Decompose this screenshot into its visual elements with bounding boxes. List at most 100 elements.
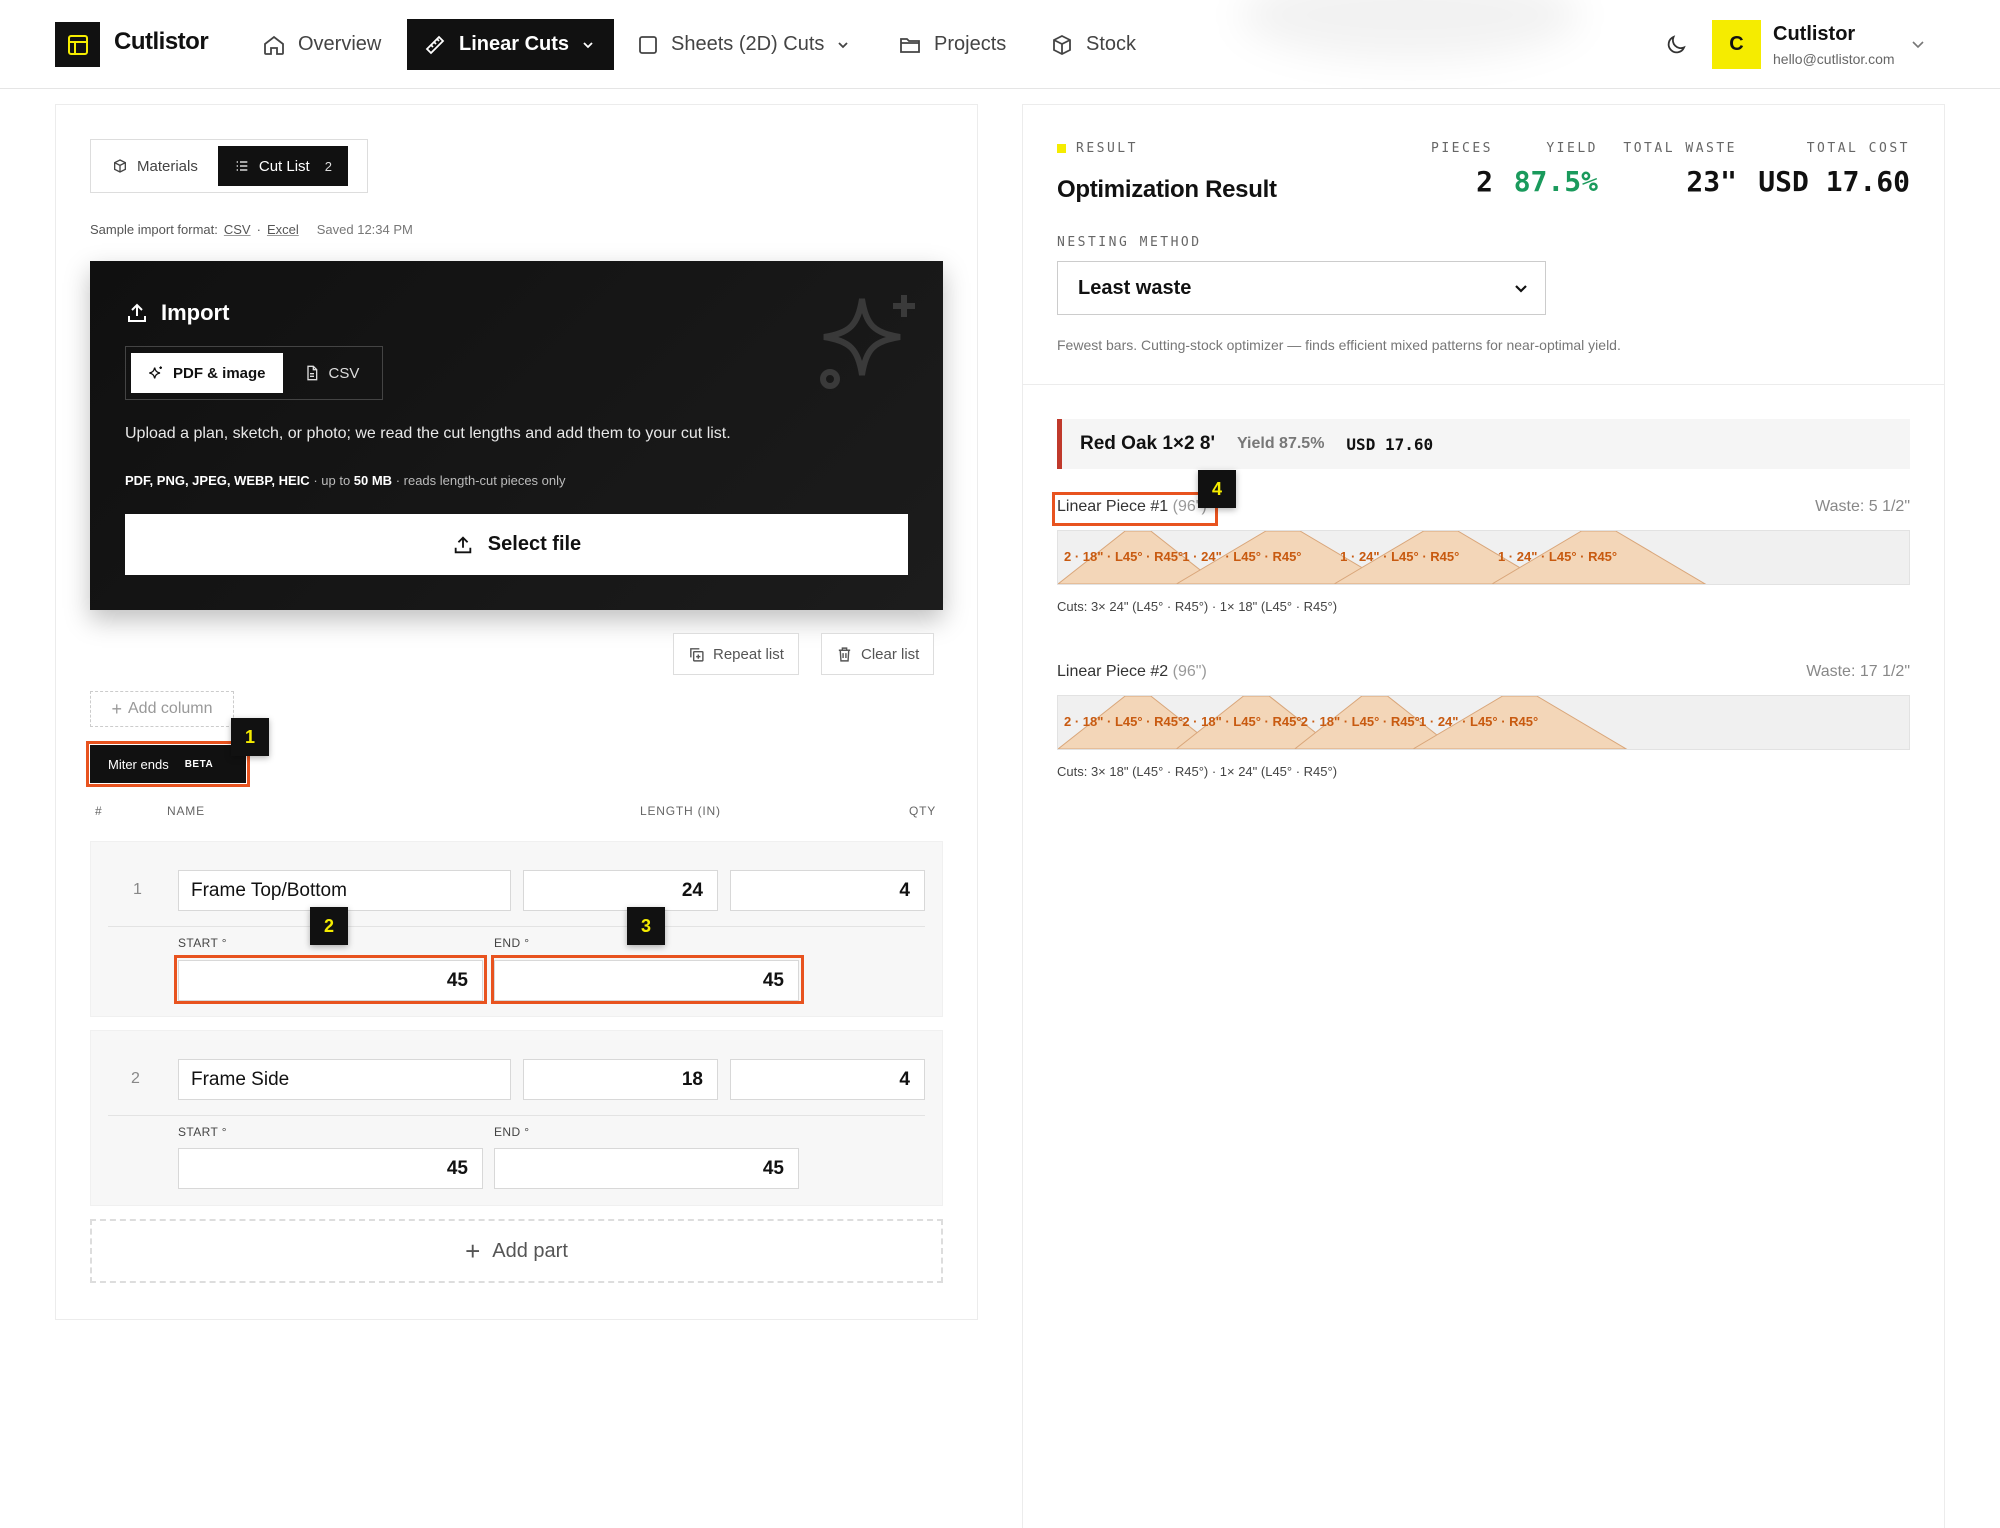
chevron-down-icon xyxy=(838,41,849,48)
plus-icon: + xyxy=(465,1235,481,1266)
stock-yield: Yield 87.5% xyxy=(1236,435,1325,452)
moon-icon xyxy=(1667,35,1686,54)
step-marker-1: 1 xyxy=(231,718,269,756)
end-angle-input[interactable]: 45 xyxy=(494,960,799,1001)
piece-title-label: Linear Piece #2 xyxy=(1057,663,1169,680)
cut-label: 1 · 24" · L45° · R45° xyxy=(1340,549,1460,564)
separator: · xyxy=(256,222,261,237)
part-divider xyxy=(108,1115,925,1116)
chevron-down-icon xyxy=(1515,285,1527,293)
result-dot xyxy=(1057,144,1066,153)
tab-csv[interactable]: CSV xyxy=(287,353,377,393)
nav-overview[interactable]: Overview xyxy=(246,19,397,70)
part-number: 1 xyxy=(133,881,142,898)
user-name[interactable]: Cutlistor xyxy=(1773,23,1855,46)
import-card: Import PDF & image CSV Upload a plan, sk… xyxy=(90,261,943,610)
tab-materials[interactable]: Materials xyxy=(96,146,214,186)
start-angle-input[interactable]: 45 xyxy=(178,1148,483,1189)
cut-label: 2 · 18" · L45° · R45° xyxy=(1300,714,1420,729)
end-angle-input[interactable]: 45 xyxy=(494,1148,799,1189)
part-divider xyxy=(108,926,925,927)
stat-yield-value: 87.5% xyxy=(1513,165,1598,198)
user-menu-chevron[interactable] xyxy=(1910,36,1926,57)
cut-label: 2 · 18" · L45° · R45° xyxy=(1064,714,1184,729)
add-part-button[interactable]: + Add part xyxy=(90,1219,943,1283)
list-icon xyxy=(236,161,248,171)
part-qty-input[interactable]: 4 xyxy=(730,1059,925,1100)
chevron-down-icon xyxy=(1912,41,1924,49)
add-column-button[interactable]: + Add column xyxy=(90,691,234,727)
stock-name: Red Oak 1×2 8' xyxy=(1080,433,1215,454)
cut-label: 1 · 24" · L45° · R45° xyxy=(1182,549,1302,564)
part-qty-input[interactable]: 4 xyxy=(730,870,925,911)
theme-toggle[interactable] xyxy=(1664,33,1688,62)
start-angle-input[interactable]: 45 xyxy=(178,960,483,1001)
import-formats: PDF, PNG, JPEG, WEBP, HEIC · up to 50 MB… xyxy=(125,473,566,488)
nesting-method-select[interactable]: Least waste xyxy=(1057,261,1546,315)
tab-cut-list-label: Cut List xyxy=(258,157,310,175)
cut-bar: 2 · 18" · L45° · R45° 2 · 18" · L45° · R4… xyxy=(1057,695,1910,750)
app-name[interactable]: Cutlistor xyxy=(114,28,209,56)
piece-waste: Waste: 5 1/2" xyxy=(1815,498,1910,515)
home-icon xyxy=(264,35,284,55)
tab-cut-list[interactable]: Cut List 2 xyxy=(217,146,348,186)
nav-projects[interactable]: Projects xyxy=(882,19,1022,70)
saved-status: Saved 12:34 PM xyxy=(316,222,413,237)
ruler-icon xyxy=(425,35,445,54)
stat-yield-label: YIELD xyxy=(1546,141,1598,156)
cut-label: 1 · 24" · L45° · R45° xyxy=(1497,549,1618,564)
avatar[interactable]: C xyxy=(1712,20,1761,69)
step-marker-3: 3 xyxy=(627,907,665,945)
import-tabs: PDF & image CSV xyxy=(125,346,383,400)
import-description: Upload a plan, sketch, or photo; we read… xyxy=(125,425,731,442)
stat-pieces-value: 2 xyxy=(1476,165,1493,198)
piece-title: Linear Piece #2 (96") xyxy=(1057,663,1207,681)
cuts-summary: Cuts: 3× 18" (L45° · R45°) · 1× 24" (L45… xyxy=(1057,764,1338,779)
tab-pdf-image-label: PDF & image xyxy=(173,364,266,382)
file-icon xyxy=(306,365,317,381)
column-header-length: LENGTH (IN) xyxy=(640,804,721,818)
part-length-input[interactable]: 24 xyxy=(523,870,718,911)
nav-sheets-label: Sheets (2D) Cuts xyxy=(671,33,825,55)
part-length-input[interactable]: 18 xyxy=(523,1059,718,1100)
cuts-summary: Cuts: 3× 24" (L45° · R45°) · 1× 18" (L45… xyxy=(1057,599,1338,614)
upload-icon xyxy=(128,303,146,322)
nav-sheets[interactable]: Sheets (2D) Cuts xyxy=(621,19,866,70)
excel-sample-link[interactable]: Excel xyxy=(267,222,299,237)
copy-icon xyxy=(690,647,704,662)
user-email: hello@cutlistor.com xyxy=(1773,51,1895,67)
add-column-label: Add column xyxy=(128,700,213,717)
piece-title: Linear Piece #1 (96") xyxy=(1057,498,1207,516)
folder-icon xyxy=(900,37,920,53)
part-name-input[interactable]: Frame Top/Bottom xyxy=(178,870,511,911)
csv-sample-link[interactable]: CSV xyxy=(224,222,251,237)
formats-size: 50 MB xyxy=(353,473,393,488)
select-file-button[interactable]: Select file xyxy=(125,514,908,575)
column-header-name: NAME xyxy=(167,804,205,818)
nesting-method-help: Fewest bars. Cutting-stock optimizer — f… xyxy=(1057,337,1621,353)
repeat-list-button[interactable]: Repeat list xyxy=(673,633,799,675)
start-angle-label: START ° xyxy=(178,936,227,950)
clear-list-label: Clear list xyxy=(861,645,920,663)
formats-tail: · reads length-cut pieces only xyxy=(392,473,566,488)
piece-title-label: Linear Piece #1 xyxy=(1057,498,1169,515)
nesting-method-value: Least waste xyxy=(1078,276,1192,299)
part-name-input[interactable]: Frame Side xyxy=(178,1059,511,1100)
cut-label: 2 · 18" · L45° · R45° xyxy=(1064,549,1184,564)
nav-stock[interactable]: Stock xyxy=(1034,19,1152,70)
nav-linear-cuts[interactable]: Linear Cuts xyxy=(407,19,614,70)
clear-list-button[interactable]: Clear list xyxy=(821,633,935,675)
miter-ends-label: Miter ends xyxy=(108,756,169,772)
start-angle-label: START ° xyxy=(178,1125,227,1139)
box-icon xyxy=(1053,34,1071,55)
step-marker-4: 4 xyxy=(1198,470,1236,508)
result-tag-label: RESULT xyxy=(1076,141,1138,156)
miter-ends-toggle[interactable]: Miter ends BETA xyxy=(90,745,246,783)
piece-length: (96") xyxy=(1172,663,1207,680)
logo-icon[interactable] xyxy=(55,22,100,67)
plus-icon: + xyxy=(111,698,122,719)
top-navigation: Cutlistor Overview Linear Cuts Sheets (2… xyxy=(0,0,2000,89)
column-header-num: # xyxy=(95,804,103,818)
formats-mid: · up to xyxy=(309,473,354,488)
tab-pdf-image[interactable]: PDF & image xyxy=(131,353,283,393)
